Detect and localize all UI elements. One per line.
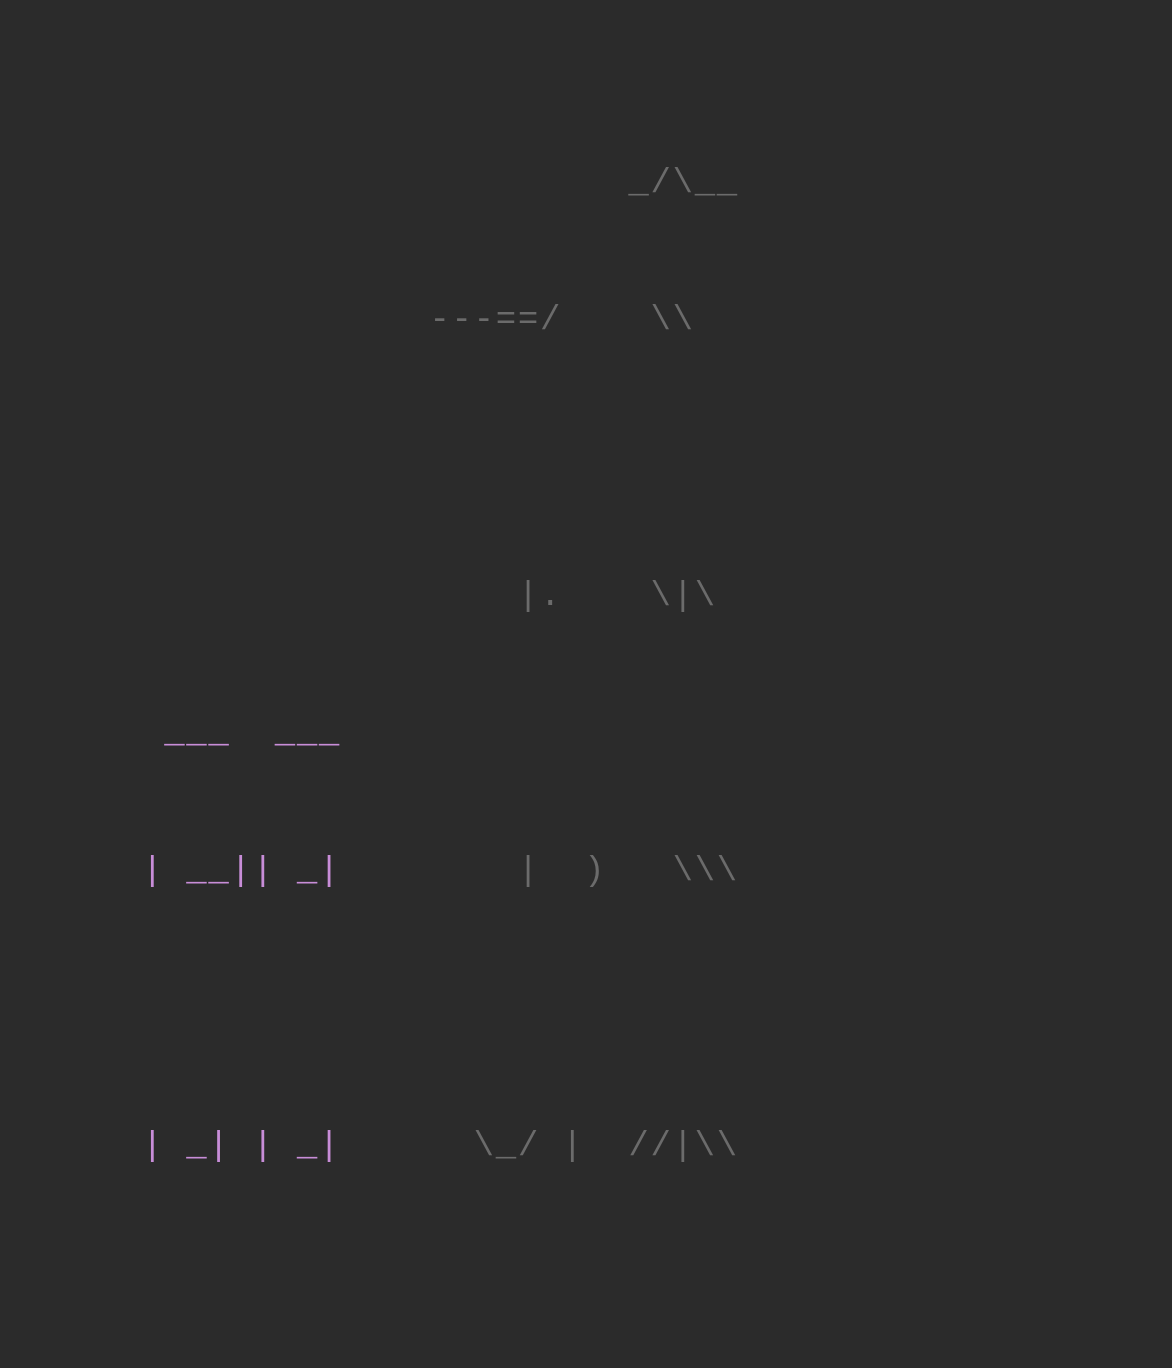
- seg-1-1: ---==/ \\: [429, 302, 694, 340]
- ascii-line-0: _/\__: [120, 162, 739, 208]
- seg-0-0: [120, 165, 628, 203]
- seg-1-0: [120, 302, 429, 340]
- ascii-line-6: [120, 988, 739, 1034]
- ascii-line-5: | __|| _| | ) \\\: [120, 850, 739, 896]
- seg-0-1: _/\__: [628, 165, 739, 203]
- seg-8-0: [120, 1266, 518, 1304]
- seg-4-0: ___ ___: [120, 715, 429, 753]
- ascii-art: _/\__ ---==/ \\ |. \|\ ___ ___ | __|| _|…: [120, 70, 739, 1368]
- seg-7-0: | _| | _|: [120, 1128, 407, 1166]
- ascii-line-3: |. \|\: [120, 575, 739, 621]
- ascii-line-8: [120, 1263, 739, 1309]
- seg-7-1: \_/ | //|\\: [407, 1128, 739, 1166]
- ascii-line-2: [120, 437, 739, 483]
- seg-3-1: |. \|\: [518, 578, 717, 616]
- seg-6-0: [120, 991, 518, 1029]
- seg-2-0: [120, 440, 628, 478]
- ascii-line-7: | _| | _| \_/ | //|\\: [120, 1125, 739, 1171]
- ascii-line-4: ___ ___: [120, 712, 739, 758]
- ascii-line-1: ---==/ \\: [120, 299, 739, 345]
- seg-5-0: | __|| _|: [120, 853, 429, 891]
- seg-3-0: [120, 578, 518, 616]
- seg-5-1: | ) \\\: [429, 853, 738, 891]
